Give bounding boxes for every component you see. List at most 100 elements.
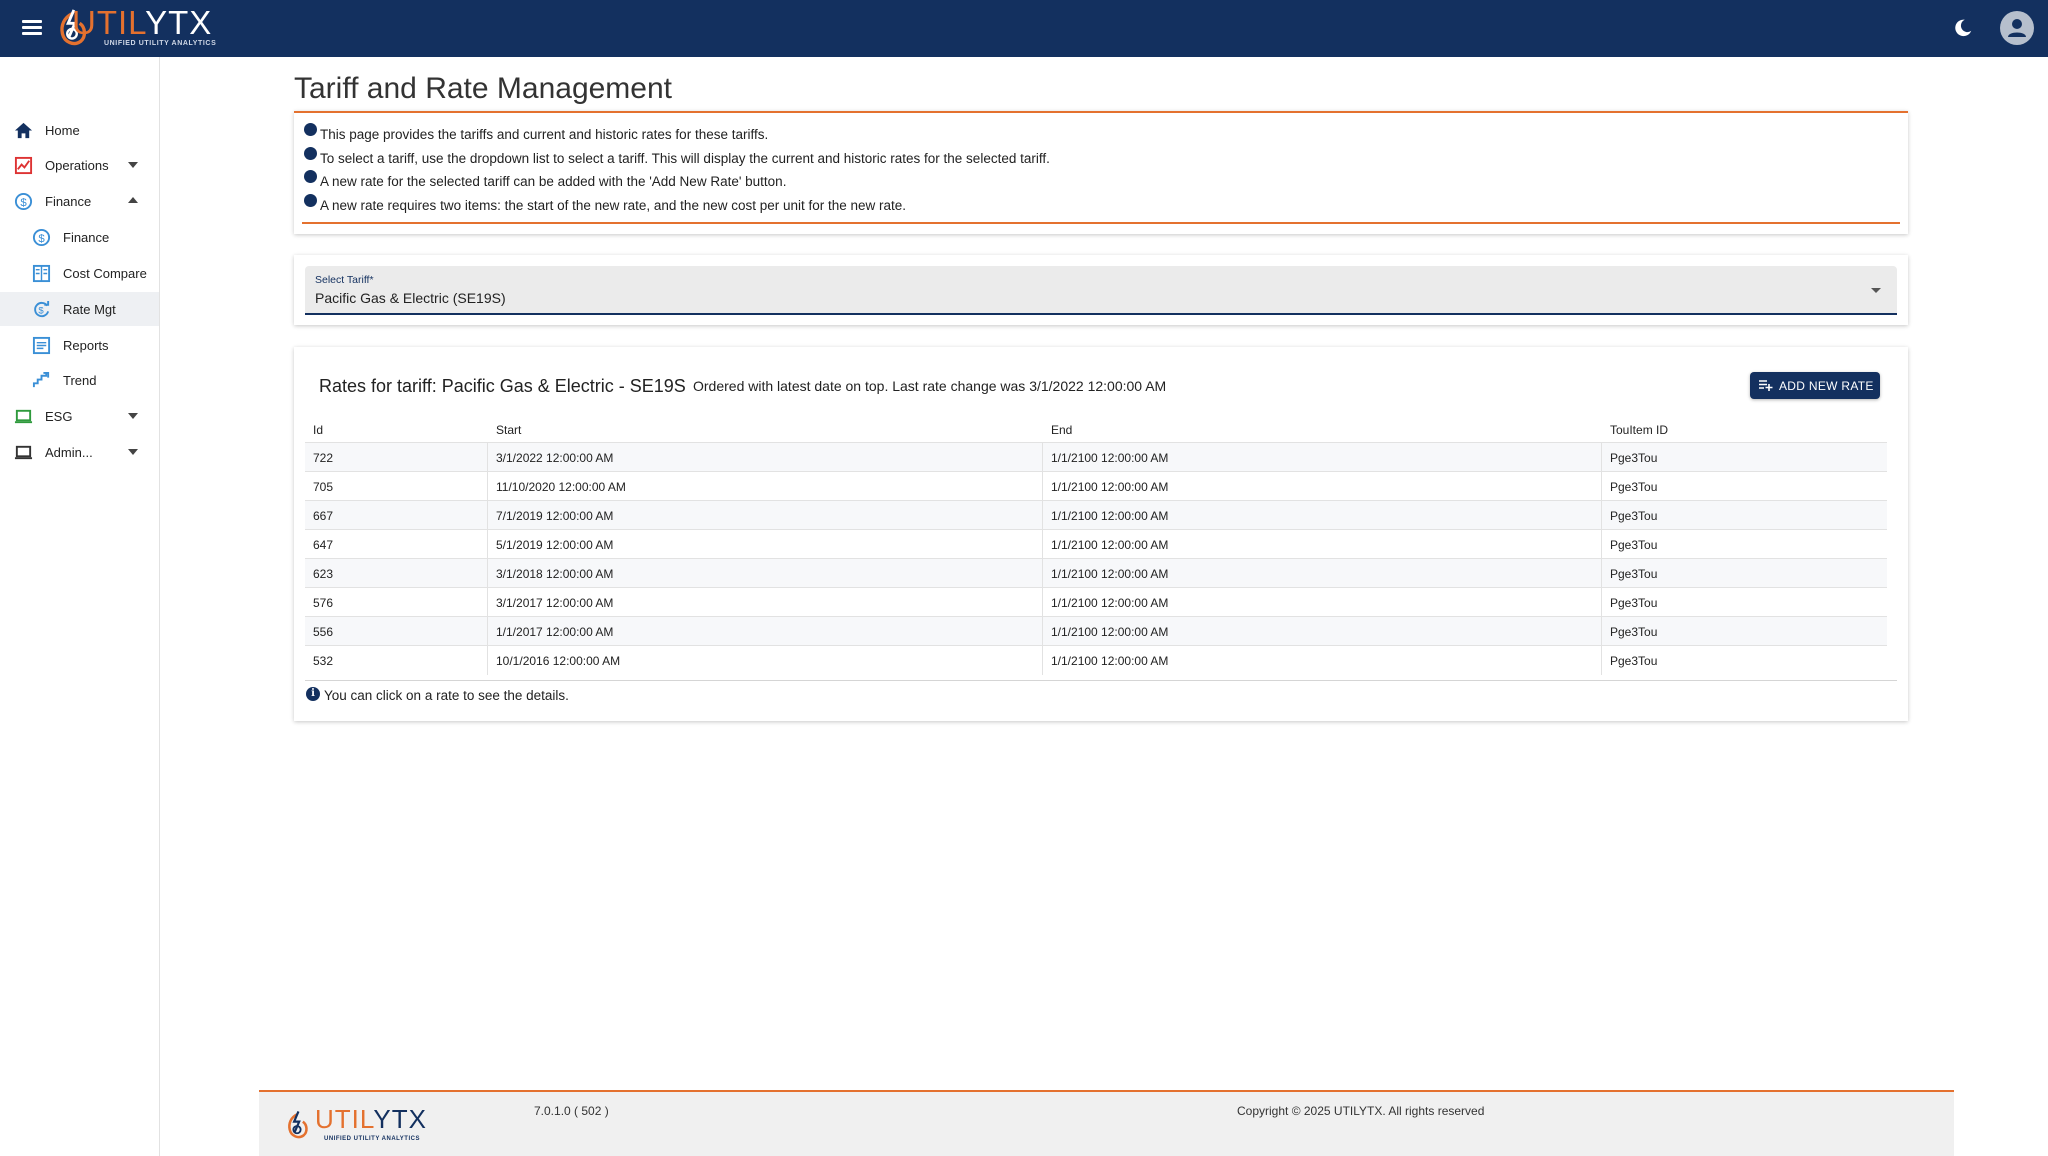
column-separator <box>487 530 488 559</box>
column-separator <box>1042 501 1043 530</box>
cell-touitem-id: Pge3Tou <box>1610 654 1658 668</box>
column-separator <box>1601 443 1602 472</box>
compare-book-icon <box>32 264 51 283</box>
trend-steps-icon <box>32 371 50 388</box>
cell-id: 647 <box>313 538 334 552</box>
column-separator <box>487 559 488 588</box>
logo-tagline: UNIFIED UTILITY ANALYTICS <box>104 40 217 47</box>
cell-end: 1/1/2100 12:00:00 AM <box>1051 538 1169 552</box>
column-separator <box>1042 617 1043 646</box>
dollar-circle-icon: $ <box>14 192 33 211</box>
cell-start: 3/1/2022 12:00:00 AM <box>496 451 614 465</box>
column-header-start[interactable]: Start <box>496 423 521 437</box>
table-row[interactable]: 647 5/1/2019 12:00:00 AM 1/1/2100 12:00:00… <box>305 529 1887 559</box>
sidebar-item-cost-compare[interactable]: Cost Compare <box>0 256 159 290</box>
table-row[interactable]: 576 3/1/2017 12:00:00 AM 1/1/2100 12:00:00… <box>305 587 1887 617</box>
sidebar-item-label: Rate Mgt <box>63 302 116 317</box>
home-icon <box>14 122 33 139</box>
cell-start: 7/1/2019 12:00:00 AM <box>496 509 614 523</box>
sidebar-item-label: Trend <box>63 373 97 388</box>
table-row[interactable]: 532 10/1/2016 12:00:00 AM 1/1/2100 12:00:0… <box>305 645 1887 675</box>
add-new-rate-label: ADD NEW RATE <box>1779 379 1874 393</box>
table-row[interactable]: 705 11/10/2020 12:00:00 AM 1/1/2100 12:00:… <box>305 471 1887 501</box>
person-icon <box>2008 19 2026 37</box>
table-row[interactable]: 667 7/1/2019 12:00:00 AM 1/1/2100 12:00:00… <box>305 500 1887 530</box>
hamburger-menu-icon[interactable] <box>20 17 44 39</box>
instruction-line: A new rate requires two items: the start… <box>304 194 906 213</box>
column-separator <box>1601 588 1602 617</box>
table-row[interactable]: 556 1/1/2017 12:00:00 AM 1/1/2100 12:00:00… <box>305 616 1887 646</box>
top-app-bar: UTILYTX UNIFIED UTILITY ANALYTICS <box>0 0 2048 57</box>
cell-id: 722 <box>313 451 334 465</box>
logo-part-ytx: YTX <box>145 4 213 41</box>
cell-id: 556 <box>313 625 334 639</box>
sidebar-item-home[interactable]: Home <box>0 113 159 147</box>
laptop-icon <box>14 409 33 424</box>
column-separator <box>1601 472 1602 501</box>
sidebar-item-label: Cost Compare <box>63 266 147 281</box>
instruction-line: To select a tariff, use the dropdown lis… <box>304 147 1050 166</box>
cell-end: 1/1/2100 12:00:00 AM <box>1051 596 1169 610</box>
sidebar-item-finance[interactable]: $ Finance <box>0 184 159 218</box>
sidebar-item-label: Reports <box>63 338 109 353</box>
rates-subtitle: Ordered with latest date on top. Last ra… <box>693 378 1167 394</box>
table-row[interactable]: 623 3/1/2018 12:00:00 AM 1/1/2100 12:00:00… <box>305 558 1887 588</box>
app-version: 7.0.1.0 ( 502 ) <box>534 1104 609 1118</box>
click-hint: i You can click on a rate to see the deta… <box>306 687 569 705</box>
cell-touitem-id: Pge3Tou <box>1610 567 1658 581</box>
column-separator <box>487 443 488 472</box>
cell-end: 1/1/2100 12:00:00 AM <box>1051 509 1169 523</box>
column-header-end[interactable]: End <box>1051 423 1072 437</box>
column-separator <box>1601 617 1602 646</box>
column-header-touitem-id[interactable]: TouItem ID <box>1610 423 1668 437</box>
table-row[interactable]: 722 3/1/2022 12:00:00 AM 1/1/2100 12:00:00… <box>305 442 1887 472</box>
column-header-id[interactable]: Id <box>313 423 323 437</box>
dropdown-arrow-icon[interactable] <box>1871 288 1881 293</box>
moon-icon[interactable] <box>1952 17 1974 39</box>
cell-touitem-id: Pge3Tou <box>1610 538 1658 552</box>
tariff-select[interactable]: Select Tariff* Pacific Gas & Electric (S… <box>305 266 1897 315</box>
click-hint-text: You can click on a rate to see the detai… <box>324 688 569 703</box>
instruction-line: This page provides the tariffs and curre… <box>304 123 768 142</box>
bullet-icon <box>304 147 317 160</box>
logo-part-ytx: YTX <box>373 1104 427 1134</box>
chevron-up-icon <box>128 197 138 203</box>
column-separator <box>1042 530 1043 559</box>
sidebar-item-finance-sub[interactable]: $ Finance <box>0 220 159 254</box>
sidebar-item-trend[interactable]: Trend <box>0 363 159 397</box>
cell-id: 532 <box>313 654 334 668</box>
sidebar-item-esg[interactable]: ESG <box>0 399 159 433</box>
tariff-select-label: Select Tariff* <box>315 274 374 286</box>
cell-touitem-id: Pge3Tou <box>1610 509 1658 523</box>
add-new-rate-button[interactable]: ADD NEW RATE <box>1750 372 1880 399</box>
logo-part-util: UTIL <box>72 4 146 41</box>
sidebar-item-rate-mgt[interactable]: $ Rate Mgt <box>0 292 159 326</box>
sidebar-item-operations[interactable]: Operations <box>0 148 159 182</box>
user-avatar-icon[interactable] <box>2000 11 2034 45</box>
column-separator <box>487 617 488 646</box>
bullet-icon <box>304 194 317 207</box>
page-title: Tariff and Rate Management <box>294 72 673 105</box>
instruction-line: A new rate for the selected tariff can b… <box>304 170 787 189</box>
sidebar-item-label: Admin... <box>45 445 93 460</box>
cell-start: 5/1/2019 12:00:00 AM <box>496 538 614 552</box>
app-logo-wordmark[interactable]: UTILYTX <box>72 4 212 42</box>
column-separator <box>1601 559 1602 588</box>
logo-part-util: UTIL <box>315 1104 374 1134</box>
cell-end: 1/1/2100 12:00:00 AM <box>1051 625 1169 639</box>
sidebar-nav: Home Operations $ Finance $ Finance Cost… <box>0 57 160 1156</box>
copyright-text: Copyright © 2025 UTILYTX. All rights res… <box>1237 1104 1485 1118</box>
cell-touitem-id: Pge3Tou <box>1610 451 1658 465</box>
column-separator <box>487 588 488 617</box>
instruction-text: A new rate for the selected tariff can b… <box>320 174 787 189</box>
playlist-add-icon <box>1759 380 1773 391</box>
cell-id: 623 <box>313 567 334 581</box>
sidebar-item-admin[interactable]: Admin... <box>0 435 159 469</box>
cell-start: 3/1/2017 12:00:00 AM <box>496 596 614 610</box>
cell-id: 667 <box>313 509 334 523</box>
column-separator <box>1042 646 1043 675</box>
sidebar-item-reports[interactable]: Reports <box>0 328 159 362</box>
cell-touitem-id: Pge3Tou <box>1610 480 1658 494</box>
tariff-select-card: Select Tariff* Pacific Gas & Electric (S… <box>294 255 1908 325</box>
rates-table: Id Start End TouItem ID 722 3/1/2022 12:0… <box>305 407 1897 681</box>
